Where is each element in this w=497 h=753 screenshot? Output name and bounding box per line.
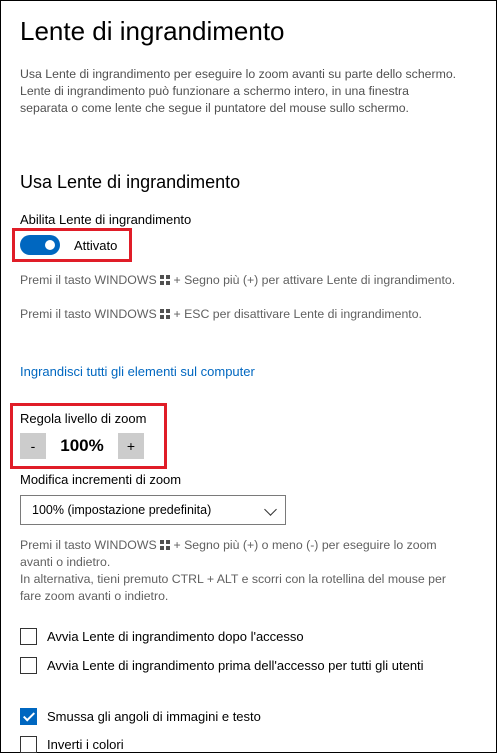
zoom-increment-selected: 100% (impostazione predefinita) [32, 503, 212, 517]
checkmark-icon[interactable] [20, 708, 37, 725]
hint-activate: Premi il tasto WINDOWS + Segno più (+) p… [20, 272, 460, 289]
chevron-down-icon [264, 503, 277, 516]
highlight-box-toggle [12, 228, 132, 262]
checkbox-box[interactable] [20, 628, 37, 645]
enable-magnifier-label: Abilita Lente di ingrandimento [20, 212, 192, 227]
windows-logo-icon [160, 540, 171, 550]
checkbox-label: Inverti i colori [47, 737, 124, 752]
hint-activate-before: Premi il tasto WINDOWS [20, 273, 157, 287]
hint-deactivate-before: Premi il tasto WINDOWS [20, 307, 157, 321]
highlight-box-zoom [10, 403, 167, 469]
hint-zoom-mouse: In alternativa, tieni premuto CTRL + ALT… [20, 572, 446, 603]
checkbox-box[interactable] [20, 736, 37, 753]
enlarge-everything-link[interactable]: Ingrandisci tutti gli elementi sul compu… [20, 364, 255, 379]
hint-deactivate-after: + ESC per disattivare Lente di ingrandim… [173, 307, 422, 321]
checkbox-invert-colors[interactable]: Inverti i colori [20, 736, 124, 753]
page-description: Usa Lente di ingrandimento per eseguire … [20, 67, 457, 115]
hint-activate-after: + Segno più (+) per attivare Lente di in… [173, 273, 456, 287]
checkbox-smooth-edges[interactable]: Smussa gli angoli di immagini e testo [20, 708, 261, 725]
zoom-increment-label: Modifica incrementi di zoom [20, 472, 182, 487]
hint-deactivate: Premi il tasto WINDOWS + ESC per disatti… [20, 306, 460, 323]
page-title: Lente di ingrandimento [20, 16, 285, 46]
checkbox-start-after-signin[interactable]: Avvia Lente di ingrandimento dopo l'acce… [20, 628, 304, 645]
section-heading: Usa Lente di ingrandimento [20, 172, 241, 192]
checkbox-box[interactable] [20, 657, 37, 674]
checkbox-label: Avvia Lente di ingrandimento prima dell'… [47, 658, 424, 673]
checkbox-label: Avvia Lente di ingrandimento dopo l'acce… [47, 629, 304, 644]
zoom-increment-dropdown[interactable]: 100% (impostazione predefinita) [20, 495, 286, 525]
windows-logo-icon [160, 309, 171, 319]
hint-zoom-keys: Premi il tasto WINDOWS + Segno più (+) o… [20, 537, 460, 571]
windows-logo-icon [160, 275, 171, 285]
checkbox-start-before-signin[interactable]: Avvia Lente di ingrandimento prima dell'… [20, 657, 424, 674]
checkbox-label: Smussa gli angoli di immagini e testo [47, 709, 261, 724]
hint-zoom-before: Premi il tasto WINDOWS [20, 538, 157, 552]
